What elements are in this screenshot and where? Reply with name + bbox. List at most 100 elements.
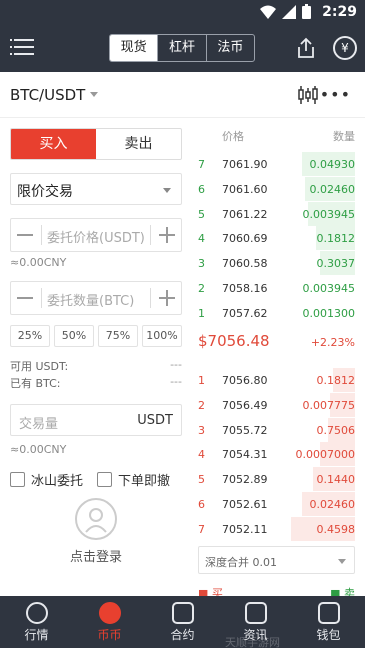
signal-icon [282, 4, 296, 19]
coin-icon [98, 602, 121, 624]
ask-row[interactable]: 7 7061.90 0.04930 [198, 152, 355, 176]
row-price: 7060.69 [222, 232, 268, 246]
row-price: 7054.31 [222, 448, 268, 462]
candlestick-icon[interactable] [297, 84, 319, 106]
row-qty: 0.1440 [316, 473, 356, 487]
row-qty: 0.0007000 [295, 448, 356, 462]
ioc-checkbox[interactable]: 下单即撤 [97, 470, 170, 489]
tab-margin[interactable]: 杠杆 [158, 35, 207, 61]
held-btc-label: 已有 BTC: [10, 377, 61, 390]
bid-row[interactable]: 4 7054.31 0.0007000 [198, 442, 356, 467]
price-cny: ≈0.00CNY [10, 256, 67, 269]
bottom-nav: 行情 币币 合约 资讯 钱包 [0, 596, 365, 648]
login-label: 点击登录 [69, 550, 122, 565]
nav-market-label: 行情 [24, 628, 49, 642]
ask-row[interactable]: 1 7057.62 0.001300 [198, 301, 355, 325]
percent-25-button[interactable]: 25% [10, 325, 50, 347]
tab-fiat[interactable]: 法币 [207, 35, 254, 61]
row-qty: 0.04930 [309, 158, 356, 171]
amount-input[interactable]: 交易量 [19, 413, 58, 432]
nav-market[interactable]: 行情 [0, 596, 73, 648]
status-time: 2:29 [322, 4, 357, 20]
bid-row[interactable]: 1 7056.80 0.1812 [198, 368, 355, 392]
share-icon[interactable] [295, 37, 317, 59]
held-btc: 已有 BTC: --- [10, 375, 182, 391]
bid-row[interactable]: 7 7052.11 0.4598 [198, 516, 355, 541]
row-qty: 0.02460 [309, 498, 356, 511]
status-icons [260, 4, 311, 19]
pair-caret-icon[interactable] [90, 92, 98, 97]
row-price: 7061.22 [222, 207, 268, 221]
percent-100-button[interactable]: 100% [142, 325, 182, 347]
nav-wallet[interactable]: 钱包 [292, 596, 365, 648]
available-usdt: 可用 USDT: --- [10, 358, 182, 374]
price-minus-button[interactable] [11, 219, 41, 251]
depth-merge-label: 深度合并 0.01 [205, 556, 277, 569]
row-index: 3 [198, 257, 205, 271]
row-qty: 0.001300 [302, 306, 356, 320]
held-btc-value: --- [170, 375, 182, 388]
row-index: 3 [198, 423, 205, 437]
amount-cny: ≈0.00CNY [10, 443, 67, 456]
amount-field[interactable]: 交易量 USDT [10, 404, 182, 436]
nav-spot-label: 币币 [97, 628, 122, 642]
app-bar: 现货 杠杆 法币 ¥ [0, 24, 365, 72]
ioc-label: 下单即撤 [118, 474, 171, 489]
row-price: 7061.60 [222, 182, 268, 196]
depth-merge-select[interactable]: 深度合并 0.01 [198, 546, 355, 574]
battery-icon [302, 4, 311, 19]
pair-bar: BTC/USDT ••• [0, 72, 365, 118]
buy-tab[interactable]: 买入 [11, 129, 96, 159]
row-index: 2 [198, 398, 205, 412]
row-qty: 0.003945 [302, 282, 356, 295]
nav-spot[interactable]: 币币 [73, 596, 146, 648]
more-icon[interactable]: ••• [320, 87, 351, 103]
nav-contract[interactable]: 合约 [146, 596, 219, 648]
percent-75-button[interactable]: 75% [98, 325, 138, 347]
percent-50-button[interactable]: 50% [54, 325, 94, 347]
account-icon[interactable]: ¥ [333, 36, 357, 60]
price-column-header: 价格 [222, 130, 244, 143]
user-icon [75, 498, 117, 540]
login-button[interactable]: 点击登录 [56, 498, 136, 568]
quantity-minus-button[interactable] [11, 282, 41, 314]
price-plus-button[interactable] [151, 219, 181, 251]
ask-row[interactable]: 3 7060.58 0.3037 [198, 251, 356, 276]
ask-row[interactable]: 2 7058.16 0.003945 [198, 276, 355, 300]
row-qty: 0.3037 [316, 257, 356, 271]
ask-row[interactable]: 4 7060.69 0.1812 [198, 226, 356, 251]
ask-row[interactable]: 5 7061.22 0.003945 [198, 201, 355, 226]
row-price: 7061.90 [222, 158, 268, 171]
quantity-plus-button[interactable] [151, 282, 181, 314]
quantity-input[interactable]: 委托数量(BTC) [47, 290, 134, 309]
iceberg-checkbox[interactable]: 冰山委托 [10, 470, 83, 489]
quantity-stepper: 委托数量(BTC) [10, 281, 182, 315]
row-index: 1 [198, 306, 205, 320]
chart-icon [25, 602, 48, 624]
bid-row[interactable]: 5 7052.89 0.1440 [198, 467, 356, 492]
order-options: 冰山委托 下单即撤 [10, 470, 182, 490]
row-index: 2 [198, 282, 205, 295]
row-index: 5 [198, 207, 205, 221]
price-input[interactable]: 委托价格(USDT) [47, 227, 145, 246]
row-index: 6 [198, 182, 205, 196]
row-qty: 0.1812 [316, 232, 356, 246]
bid-row[interactable]: 3 7055.72 0.7506 [198, 417, 355, 442]
nav-contract-label: 合约 [170, 628, 195, 642]
row-index: 6 [198, 498, 205, 511]
menu-icon[interactable] [10, 39, 34, 57]
iceberg-label: 冰山委托 [31, 474, 84, 489]
sell-tab[interactable]: 卖出 [96, 129, 181, 159]
row-index: 4 [198, 232, 205, 246]
order-type-select[interactable]: 限价交易 [10, 173, 182, 205]
available-usdt-label: 可用 USDT: [10, 360, 69, 373]
bid-row[interactable]: 6 7052.61 0.02460 [198, 492, 355, 516]
pair-selector[interactable]: BTC/USDT [10, 86, 85, 104]
bid-row[interactable]: 2 7056.49 0.007775 [198, 392, 355, 417]
ask-row[interactable]: 6 7061.60 0.02460 [198, 176, 356, 201]
row-price: 7052.89 [222, 473, 268, 487]
row-index: 5 [198, 473, 205, 487]
tab-spot[interactable]: 现货 [110, 35, 159, 61]
price-change: +2.23% [310, 336, 355, 349]
row-qty: 0.02460 [309, 182, 356, 196]
